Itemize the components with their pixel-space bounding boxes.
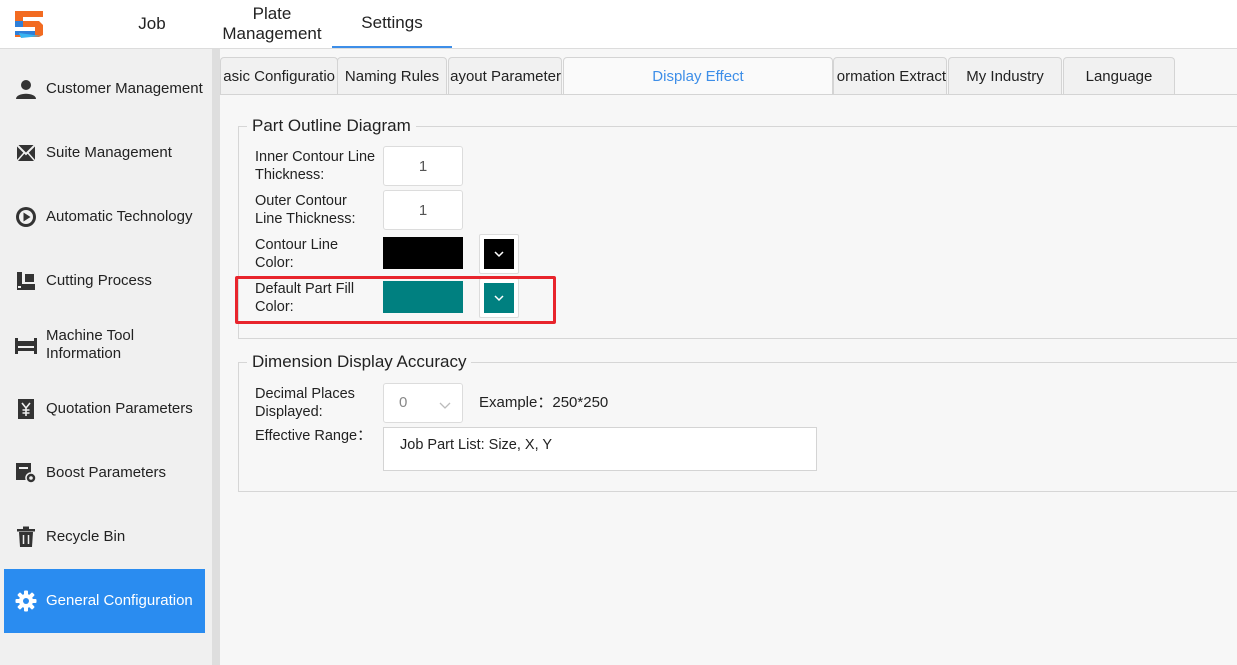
- inner-contour-thickness-label: Inner Contour Line Thickness:: [255, 149, 376, 183]
- effective-range-field[interactable]: Job Part List: Size, X, Y: [383, 427, 817, 471]
- highlight-box: [235, 276, 556, 324]
- inner-contour-thickness-input[interactable]: 1: [383, 146, 463, 186]
- subtab-divider: [220, 94, 1237, 95]
- top-tab-label: Plate Management: [222, 4, 322, 43]
- subtab-basic-configuration[interactable]: asic Configuratio: [220, 57, 338, 94]
- sidebar: Customer Management Suite Management Aut…: [0, 49, 212, 665]
- chevron-down-icon: [438, 397, 452, 415]
- chevron-down-icon: [484, 239, 514, 269]
- effective-range-label: Effective Range：: [255, 428, 372, 444]
- top-tab-settings[interactable]: Settings: [332, 0, 452, 48]
- play-circle-icon: [14, 205, 38, 229]
- sidebar-item-label: Automatic Technology: [46, 208, 193, 225]
- outer-contour-thickness-label: Outer Contour Line Thickness:: [255, 193, 356, 227]
- top-tab-plate-management[interactable]: Plate Management: [212, 0, 332, 48]
- sidebar-item-label: Machine Tool Information: [46, 327, 135, 362]
- sidebar-item-label: General Configuration: [46, 592, 193, 609]
- sidebar-item-label: Customer Management: [46, 80, 203, 97]
- sidebar-item-quotation-parameters[interactable]: Quotation Parameters: [4, 377, 205, 441]
- sidebar-item-automatic-technology[interactable]: Automatic Technology: [4, 185, 205, 249]
- subtab-layout-parameter[interactable]: ayout Parameter: [448, 57, 562, 94]
- dimension-accuracy-title: Dimension Display Accuracy: [247, 352, 472, 372]
- decimal-places-select[interactable]: 0: [383, 383, 463, 423]
- gear-icon: [14, 589, 38, 613]
- sidebar-item-suite-management[interactable]: Suite Management: [4, 121, 205, 185]
- subtab-label: Display Effect: [652, 68, 744, 85]
- settings-board-icon: [14, 461, 38, 485]
- subtab-naming-rules[interactable]: Naming Rules: [337, 57, 447, 94]
- subtab-my-industry[interactable]: My Industry: [948, 57, 1062, 94]
- cutting-machine-icon: [14, 269, 38, 293]
- subtab-label: Language: [1085, 67, 1153, 85]
- top-tab-job[interactable]: Job: [112, 0, 192, 48]
- sidebar-item-label: Quotation Parameters: [46, 400, 193, 417]
- sidebar-item-boost-parameters[interactable]: Boost Parameters: [4, 441, 205, 505]
- sidebar-item-label: Boost Parameters: [46, 464, 167, 481]
- machine-bed-icon: [14, 333, 38, 357]
- subtab-bar: asic Configuratio Naming Rules ayout Par…: [220, 57, 1237, 95]
- sidebar-divider[interactable]: [212, 49, 220, 665]
- decimal-places-value: 0: [399, 394, 408, 411]
- subtab-display-effect[interactable]: Display Effect: [563, 57, 833, 95]
- trash-icon: [14, 525, 38, 549]
- contour-line-color-label: Contour Line Color:: [255, 237, 339, 271]
- sidebar-item-customer-management[interactable]: Customer Management: [4, 57, 205, 121]
- top-tab-label: Job: [138, 14, 166, 33]
- sidebar-item-recycle-bin[interactable]: Recycle Bin: [4, 505, 205, 569]
- envelope-icon: [14, 141, 38, 165]
- decimal-places-label: Decimal Places Displayed:: [255, 386, 355, 420]
- sidebar-item-label: Suite Management: [46, 144, 172, 161]
- top-bar: Job Plate Management Settings: [0, 0, 1237, 49]
- yuan-list-icon: [14, 397, 38, 421]
- settings-content: asic Configuratio Naming Rules ayout Par…: [220, 49, 1237, 665]
- sidebar-item-label: Cutting Process: [46, 272, 152, 289]
- person-icon: [14, 77, 38, 101]
- subtab-language[interactable]: Language: [1063, 57, 1175, 94]
- part-outline-title: Part Outline Diagram: [247, 116, 416, 136]
- contour-line-color-swatch: [383, 237, 463, 269]
- sidebar-item-label: Recycle Bin: [46, 528, 126, 545]
- subtab-label: Naming Rules: [344, 67, 440, 85]
- decimal-example: Example：250*250: [479, 394, 609, 411]
- sidebar-item-machine-tool-information[interactable]: Machine Tool Information: [4, 313, 205, 377]
- app-logo: [13, 9, 45, 39]
- contour-line-color-dropdown[interactable]: [479, 234, 519, 274]
- subtab-information-extraction[interactable]: ormation Extract: [833, 57, 947, 94]
- subtab-label: ormation Extract: [836, 67, 946, 85]
- effective-range-value: Job Part List: Size, X, Y: [400, 437, 553, 453]
- outer-contour-thickness-input[interactable]: 1: [383, 190, 463, 230]
- subtab-label: My Industry: [966, 67, 1044, 85]
- sidebar-item-cutting-process[interactable]: Cutting Process: [4, 249, 205, 313]
- top-tab-label: Settings: [361, 13, 423, 32]
- sidebar-item-general-configuration[interactable]: General Configuration: [4, 569, 205, 633]
- inner-contour-thickness-value: 1: [418, 157, 428, 175]
- subtab-label: ayout Parameter: [450, 67, 561, 85]
- subtab-label: asic Configuratio: [223, 67, 335, 85]
- outer-contour-thickness-value: 1: [418, 201, 428, 219]
